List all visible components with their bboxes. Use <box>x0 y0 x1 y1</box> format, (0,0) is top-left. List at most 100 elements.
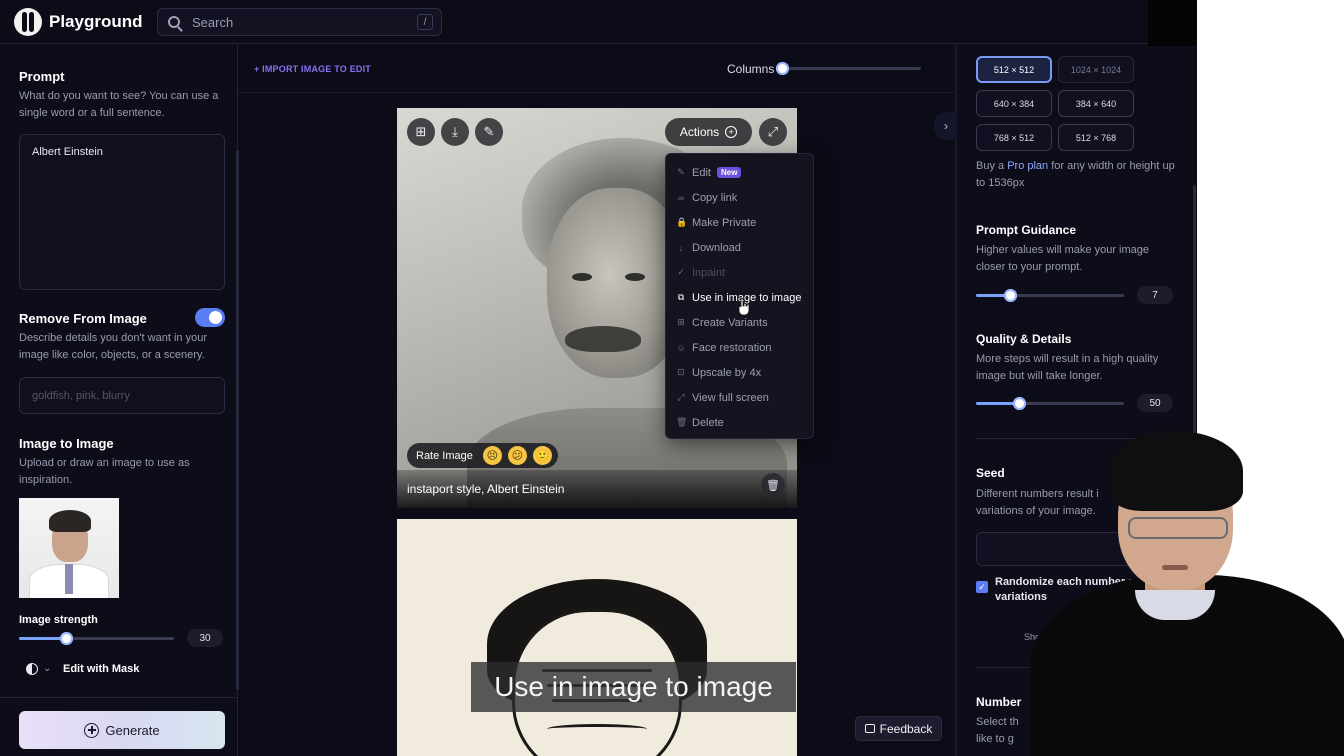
download-button[interactable]: ⤓ <box>441 118 469 146</box>
menu-item-label: Make Private <box>692 216 757 229</box>
actions-button[interactable]: Actions + <box>665 118 752 146</box>
menu-item-icon: ⧉ <box>677 292 685 302</box>
expand-button[interactable]: ⤢ <box>759 118 787 146</box>
new-badge: New <box>716 167 742 178</box>
rate-image-label: Rate Image <box>416 449 473 462</box>
chat-bubble-icon <box>864 724 875 733</box>
menu-item-copy-link[interactable]: ∞ Copy link <box>666 185 815 210</box>
size-label: 640 × 384 <box>993 98 1035 109</box>
menu-item-icon: ✎ <box>677 167 685 177</box>
menu-item-label: Download <box>692 241 741 254</box>
portrait-eye <box>625 273 645 281</box>
prompt-guidance-title: Prompt Guidance <box>976 223 1077 237</box>
import-image-link[interactable]: + IMPORT IMAGE TO EDIT <box>254 64 371 74</box>
remove-from-image-title: Remove From Image <box>19 311 147 326</box>
image-to-image-title: Image to Image <box>19 436 114 451</box>
menu-item-icon: ✓ <box>677 267 685 277</box>
size-label: 384 × 640 <box>1075 98 1117 109</box>
webcam-overlay-corner <box>1148 0 1197 46</box>
menu-item-icon: 🗑 <box>676 417 688 427</box>
menu-item-make-private[interactable]: 🔒 Make Private <box>666 210 815 235</box>
plus-circle-icon <box>84 722 100 738</box>
size-option-768x512[interactable]: 768 × 512 <box>976 124 1052 151</box>
illustration-brow <box>547 724 647 734</box>
search-input[interactable]: Search <box>192 15 417 30</box>
menu-item-download[interactable]: ↓ Download <box>666 235 815 260</box>
add-to-canvas-button[interactable]: ⊞ <box>407 118 435 146</box>
menu-item-icon: ∞ <box>677 192 685 203</box>
pro-plan-note: Buy a Pro plan for any width or height u… <box>976 158 1176 192</box>
prompt-textarea[interactable]: Albert Einstein <box>19 134 225 290</box>
menu-item-label: Create Variants <box>692 316 768 329</box>
menu-item-delete[interactable]: 🗑 Delete <box>666 410 815 435</box>
presenter-mouth <box>1162 565 1188 570</box>
prompt-guidance-description: Higher values will make your image close… <box>976 244 1150 273</box>
collapse-panel-button[interactable]: › <box>934 112 958 140</box>
menu-item-face-restoration[interactable]: ☺ Face restoration <box>666 335 815 360</box>
chevron-right-icon: › <box>944 119 948 133</box>
prompt-description: What do you want to see? You can use a s… <box>19 90 219 119</box>
image-to-image-description: Upload or draw an image to use as inspir… <box>19 457 190 486</box>
columns-slider-track[interactable] <box>782 67 921 70</box>
image-strength-label: Image strength <box>19 614 98 626</box>
trash-icon: 🗑 <box>766 479 780 492</box>
columns-slider[interactable] <box>776 62 789 75</box>
quality-details-description: More steps will result in a high quality… <box>976 353 1159 382</box>
menu-item-icon: ⊡ <box>677 367 685 377</box>
menu-item-label: Face restoration <box>692 341 772 354</box>
thumbnail-hair <box>49 510 91 532</box>
search-bar[interactable]: Search / <box>157 8 442 36</box>
menu-item-label: Delete <box>692 416 724 429</box>
pro-plan-link[interactable]: Pro plan <box>1007 160 1048 172</box>
menu-item-icon: ⤢ <box>677 392 685 402</box>
image-strength-slider[interactable] <box>60 632 73 645</box>
prompt-guidance-slider[interactable] <box>1004 289 1017 302</box>
delete-image-button[interactable]: 🗑 <box>761 473 785 497</box>
quality-details-value[interactable]: 50 <box>1137 394 1173 412</box>
actions-label: Actions <box>679 125 720 139</box>
prompt-value: Albert Einstein <box>32 146 103 158</box>
columns-label: Columns <box>727 62 775 76</box>
size-option-384x640[interactable]: 384 × 640 <box>1058 90 1134 117</box>
rating-good-icon[interactable]: 🙂 <box>532 446 552 465</box>
negative-prompt-placeholder: goldfish, pink, blurry <box>32 390 130 402</box>
plus-square-icon: ⊞ <box>415 124 427 139</box>
menu-item-icon: ⊞ <box>677 317 685 327</box>
menu-item-view-full-screen[interactable]: ⤢ View full screen <box>666 385 815 410</box>
edit-button[interactable]: ✎ <box>475 118 503 146</box>
remove-from-image-description: Describe details you don't want in your … <box>19 332 207 361</box>
video-subtitle: Use in image to image <box>471 662 796 712</box>
prompt-guidance-value[interactable]: 7 <box>1137 286 1173 304</box>
mask-icon[interactable] <box>26 663 38 675</box>
negative-prompt-input[interactable]: goldfish, pink, blurry <box>19 377 225 414</box>
size-option-512x512[interactable]: 512 × 512 <box>976 56 1052 83</box>
size-option-1024x1024[interactable]: 1024 × 1024 <box>1058 56 1134 83</box>
app-window: Playground Search / Prompt What do you w… <box>0 0 1197 756</box>
size-option-640x384[interactable]: 640 × 384 <box>976 90 1052 117</box>
app-name: Playground <box>49 12 143 31</box>
size-label: 512 × 768 <box>1075 132 1117 143</box>
prompt-title: Prompt <box>19 69 65 84</box>
quality-details-slider[interactable] <box>1013 397 1026 410</box>
size-option-512x768[interactable]: 512 × 768 <box>1058 124 1134 151</box>
pencil-icon: ✎ <box>483 124 495 139</box>
feedback-button[interactable]: Feedback <box>855 716 942 741</box>
search-shortcut-key: / <box>417 14 433 30</box>
randomize-checkbox[interactable]: ✓ <box>976 581 988 593</box>
logo[interactable]: Playground <box>14 8 143 36</box>
menu-item-edit[interactable]: ✎ Edit New <box>666 160 815 185</box>
mouse-cursor-icon <box>738 298 750 316</box>
edit-with-mask-label[interactable]: Edit with Mask <box>63 663 139 675</box>
image-strength-value[interactable]: 30 <box>187 629 223 647</box>
download-icon: ⤓ <box>452 124 458 139</box>
menu-item-upscale-by-4x[interactable]: ⊡ Upscale by 4x <box>666 360 815 385</box>
remove-from-image-toggle[interactable] <box>195 308 225 327</box>
image-to-image-thumbnail[interactable] <box>19 498 119 598</box>
menu-item-label: Edit <box>692 166 711 179</box>
rating-neutral-icon[interactable]: 😕 <box>507 446 527 465</box>
rating-bad-icon[interactable]: 😣 <box>482 446 502 465</box>
actions-menu: ✎ Edit New ∞ Copy link 🔒 Make Private ↓ Download… <box>665 153 814 439</box>
generated-image-einstein-illustration[interactable] <box>397 519 797 756</box>
chevron-down-icon[interactable]: ⌄ <box>43 663 51 674</box>
generate-button[interactable]: Generate <box>19 711 225 749</box>
